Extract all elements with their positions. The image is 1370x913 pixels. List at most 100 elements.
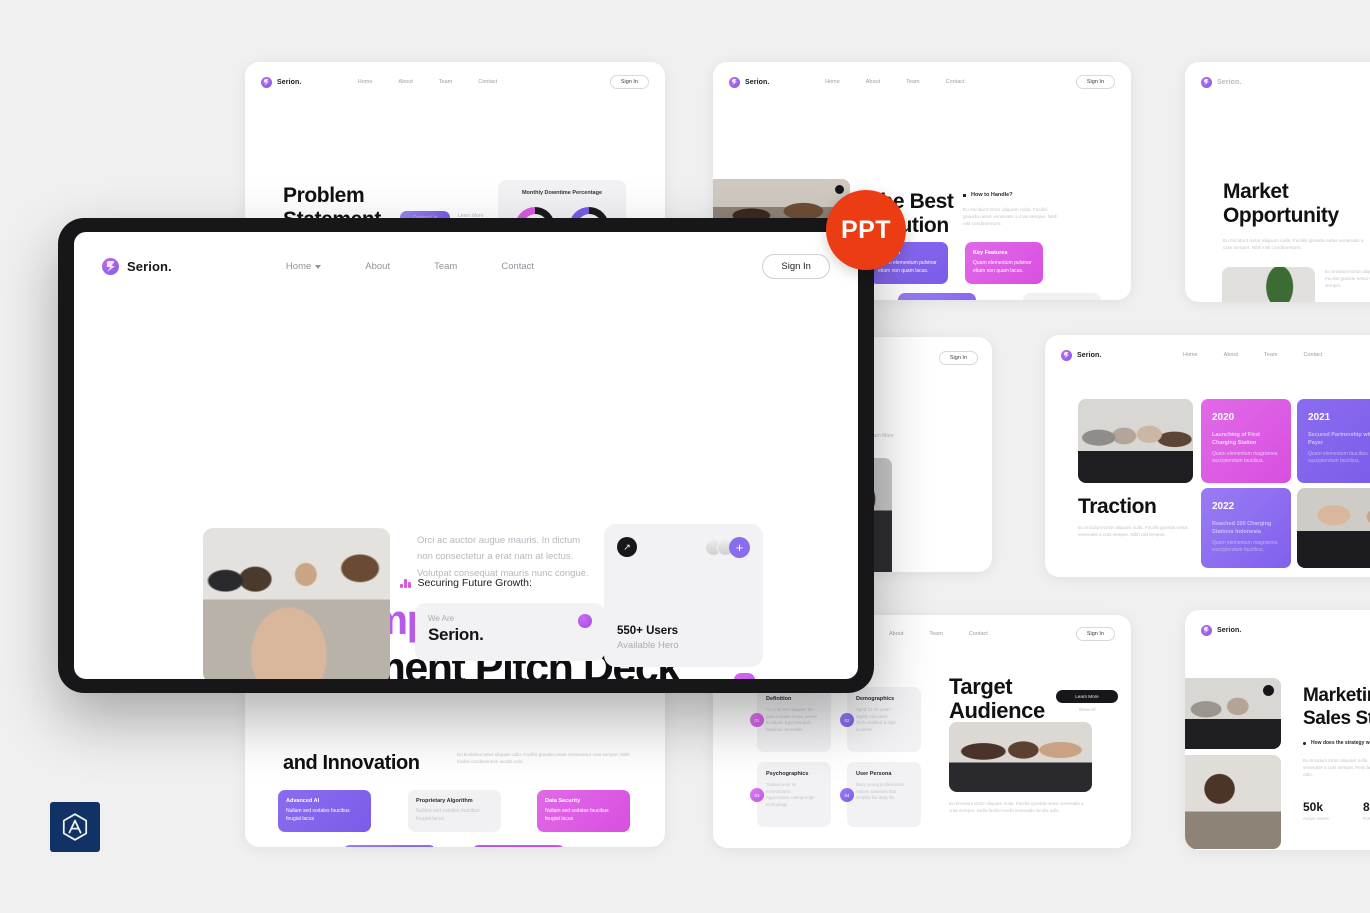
add-user-button[interactable]: + [729, 537, 750, 558]
brand: Serion. [261, 76, 301, 88]
brand-name: Serion. [127, 259, 172, 274]
serion-logo-icon [1201, 76, 1212, 88]
nav-link-contact[interactable]: Contact [1303, 352, 1322, 358]
brand: Serion. [729, 76, 769, 88]
nav-link-about[interactable]: About [866, 79, 880, 85]
traction-card-2021-year: 2021 [1308, 412, 1331, 423]
serion-logo-icon [578, 614, 592, 628]
nav-link-about[interactable]: About [1224, 352, 1238, 358]
nav-link-team[interactable]: Team [929, 631, 942, 637]
nav-link-team[interactable]: Team [906, 79, 919, 85]
nav-link-home[interactable]: Home [285, 261, 322, 272]
audience-card-3-title: Psychographics [766, 771, 809, 777]
hero-navbar: Serion. Home About Team Contact Sign In [102, 254, 830, 279]
solution-card-2[interactable]: Key Features Quam elementum pulvinar eti… [965, 242, 1043, 284]
nav-link-home[interactable]: Home [825, 79, 840, 85]
serion-logo-icon [261, 76, 272, 88]
signin-button[interactable]: Sign In [609, 75, 649, 89]
serion-logo-icon [1061, 349, 1072, 361]
signin-button[interactable]: Sign In [1075, 75, 1115, 89]
audience-card-4-body: Busy young professional Values solutions… [856, 782, 904, 801]
audience-card-demographics[interactable]: Demographics Aged 21-40 years Highly edu… [840, 687, 921, 752]
audience-cta-sub[interactable]: Show All [1056, 707, 1118, 712]
slide-marketing-sales[interactable]: Serion. Home Marketing and Sales Strateg… [1185, 610, 1370, 850]
solution-card-4[interactable]: Benefits Quam elementum pulvinar etiam n… [1023, 293, 1101, 300]
slide-traction[interactable]: Serion. Home About Team Contact 2020 Lau… [1045, 335, 1370, 577]
slide-marketing-nav: Serion. Home [1185, 610, 1370, 650]
audience-card-2-title: Demographics [856, 696, 895, 702]
bar-chart-icon [400, 578, 411, 588]
avatar-group: + [705, 537, 750, 558]
audience-card-4-title: User Persona [856, 771, 892, 777]
nav-link-about[interactable]: About [365, 261, 390, 272]
nav-link-about[interactable]: About [889, 631, 903, 637]
innovation-chip-3[interactable]: Data Security Nullam sed sodales faucibu… [537, 790, 630, 832]
nav-link-team[interactable]: Team [434, 261, 457, 272]
signin-button[interactable]: Sign In [762, 254, 830, 279]
nav-link-home[interactable]: Home [358, 79, 373, 85]
innovation-chip-4[interactable]: Scalable Nullam sed sodales faucibus feu… [343, 845, 436, 847]
slide-market-title-line1: Market [1223, 180, 1289, 203]
marketing-bullet-text: How does the strategy work smoothly? [1311, 740, 1370, 746]
nav-link-home-label: Home [285, 261, 312, 272]
solution-bullet: How to Handle? [963, 192, 1013, 198]
innovation-chip-1[interactable]: Advanced AI Nullam sed sodales faucibus … [278, 790, 371, 832]
audience-photo [949, 722, 1092, 792]
traction-photo-bottom [1297, 488, 1370, 568]
slide-marketing-title-line1: Marketing and [1303, 685, 1370, 706]
brand[interactable]: Serion. [102, 258, 172, 275]
solution-card-2-title: Key Features [973, 250, 1008, 256]
nav-link-about[interactable]: About [398, 79, 412, 85]
audience-cta[interactable]: Learn More [1056, 690, 1118, 703]
traction-card-2022[interactable]: 2022 Reached 100 Charging Stations Indon… [1201, 488, 1291, 568]
nav-link-contact[interactable]: Contact [501, 261, 534, 272]
audience-card-2-body: Aged 21-40 years Highly educated Tech en… [856, 707, 896, 732]
nav-link-team[interactable]: Team [1264, 352, 1277, 358]
bullet-dot-icon [1303, 741, 1306, 745]
nav-link-contact[interactable]: Contact [946, 79, 965, 85]
nav-link-home[interactable]: Home [1183, 352, 1198, 358]
nav-link-contact[interactable]: Contact [969, 631, 988, 637]
traction-card-2021[interactable]: 2021 Secured Partnership with Payer Quam… [1297, 399, 1370, 483]
traction-card-2022-body: Quam elementum magnisnea suscipiendum fa… [1212, 539, 1278, 554]
traction-card-2021-title: Secured Partnership with Payer [1308, 432, 1370, 447]
traction-photo-top [1078, 399, 1193, 483]
slide-traction-body: Eu tincidunt tortor aliquam nulla. Facil… [1078, 525, 1188, 537]
slide-market-body: Eu tincidunt tortor aliquam nulla. Facil… [1223, 239, 1364, 252]
innovation-chip-1-body: Nullam sed sodales faucibus feugiat lacu… [286, 808, 350, 822]
traction-card-2020-title: Launching of First Charging Station [1212, 432, 1260, 447]
innovation-chip-2[interactable]: Proprietary Algorithm Nullam sed sodales… [408, 790, 501, 832]
innovation-chip-5[interactable]: Customized Data Nullam sed sodales fauci… [472, 845, 565, 847]
users-subtitle: Available Hero [617, 640, 679, 651]
slide-audience-title-line1: Target [949, 674, 1013, 699]
audience-card-definition[interactable]: Definition Ac in dictum aliquam leo quis… [750, 687, 831, 752]
audience-card-psychographics[interactable]: Psychographics Tasked work for environme… [750, 762, 831, 827]
traction-card-2020[interactable]: 2020 Launching of First Charging Station… [1201, 399, 1291, 483]
nav-link-team[interactable]: Team [439, 79, 452, 85]
brand: Serion. [1201, 624, 1241, 636]
signin-button[interactable]: Sign In [938, 351, 978, 365]
signin-button[interactable]: Sign In [1075, 627, 1115, 641]
share-icon[interactable]: ↗ [617, 537, 637, 557]
audience-card-1-body: Ac in dictum aliquam leo quis sodales ne… [766, 707, 817, 732]
brand: Serion. [1061, 349, 1101, 361]
serion-logo-icon [729, 76, 740, 88]
serion-logo-icon [102, 258, 119, 275]
slide-market-opportunity[interactable]: Serion. Home Market Opportunity Eu tinci… [1185, 62, 1370, 302]
marketing-photo-bottom [1185, 755, 1281, 849]
innovation-chip-2-title: Proprietary Algorithm [416, 798, 473, 804]
slide-audience-title-line2: Audience [949, 698, 1045, 723]
record-icon[interactable] [1263, 685, 1274, 696]
nav-links: Home About Team Contact [1183, 352, 1322, 358]
record-icon[interactable] [835, 185, 844, 194]
traction-card-2020-body: Quam elementum magnisnea suscipiendum fa… [1212, 450, 1278, 465]
audience-card-persona[interactable]: User Persona Busy young professional Val… [840, 762, 921, 827]
nav-links: Home About Team Contact [286, 261, 534, 272]
slide-marketing-title-line2: Sales Strategy [1303, 708, 1370, 729]
solution-card-3[interactable]: How Its Work Quam elementum pulvinar eti… [898, 293, 976, 300]
solution-card-2-body: Quam elementum pulvinar etiam non quam l… [973, 260, 1032, 274]
nav-link-contact[interactable]: Contact [478, 79, 497, 85]
marketing-stat-1-label: Active Users [1303, 816, 1329, 821]
solution-body: Eu tincidunt tortor aliquam nulla. Facil… [963, 208, 1058, 228]
innovation-chip-3-title: Data Security [545, 798, 581, 804]
